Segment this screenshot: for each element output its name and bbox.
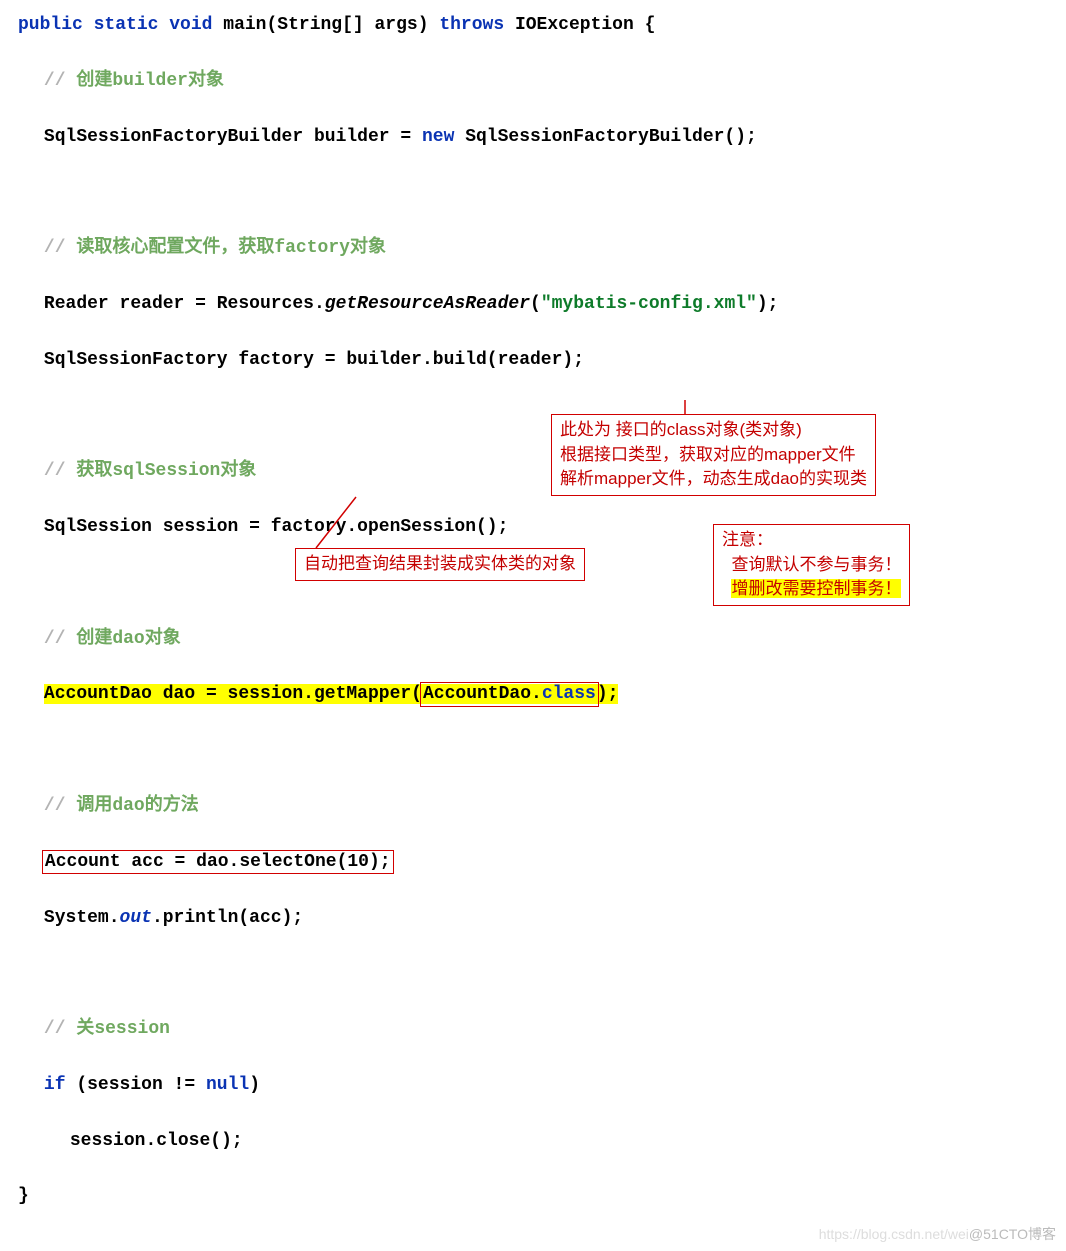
code-text: AccountDao dao = session.getMapper( [44,684,422,704]
comment-slashes: // [44,461,66,481]
class-arg-box: AccountDao.class [420,682,599,707]
kw-class: class [542,684,596,704]
code-text: System. [44,908,120,928]
code-italic: out [120,908,152,928]
annotation-class-object: 此处为 接口的class对象(类对象) 根据接口类型，获取对应的mapper文件… [551,414,876,496]
annotation-line-highlight: 增删改需要控制事务！ [731,579,901,598]
code-text: SqlSessionFactoryBuilder builder = [44,127,422,147]
code-text: SqlSessionFactoryBuilder(); [454,127,756,147]
code-text: (session != [66,1075,206,1095]
kw-void: void [169,15,212,35]
code-text: ( [530,294,541,314]
highlighted-line: AccountDao dao = session.getMapper(Accou… [44,684,619,704]
comment-text: 创建builder对象 [66,71,224,91]
comment-text: 调用dao的方法 [66,796,199,816]
annotation-line: 注意： [722,530,773,549]
comment-slashes: // [44,71,66,91]
comment-slashes: // [44,238,66,258]
annotation-line: 解析mapper文件，动态生成dao的实现类 [560,469,867,488]
annotation-line: 此处为 接口的class对象(类对象) [560,420,802,439]
code-text: .println(acc); [152,908,303,928]
code-text: ); [597,684,619,704]
comment-slashes: // [44,1019,66,1039]
code-text: SqlSessionFactory factory = builder.buil… [44,350,584,370]
kw-public: public [18,15,83,35]
kw-new: new [422,127,454,147]
code-text: } [18,1186,29,1206]
code-text: ) [249,1075,260,1095]
comment-slashes: // [44,796,66,816]
annotation-transaction: 注意： 查询默认不参与事务！ 增删改需要控制事务！ [713,524,910,606]
method-sig: main(String[] args) [223,15,428,35]
code-block: public static void main(String[] args) t… [18,12,1048,1239]
annotation-line: 自动把查询结果封装成实体类的对象 [304,554,576,573]
code-text: . [531,684,542,704]
comment-text: 获取sqlSession对象 [66,461,257,481]
comment-text: 关session [66,1019,170,1039]
code-italic: getResourceAsReader [325,294,530,314]
comment-text: 创建dao对象 [66,629,181,649]
watermark-main: @51CTO博客 [969,1226,1056,1242]
comment-text: 读取核心配置文件，获取factory对象 [66,238,386,258]
watermark-faint: https://blog.csdn.net/wei [819,1226,969,1242]
string-literal: "mybatis-config.xml" [541,294,757,314]
kw-null: null [206,1075,249,1095]
code-text: session.close(); [70,1131,243,1151]
watermark: https://blog.csdn.net/wei@51CTO博客 [819,1224,1056,1246]
code-text: SqlSession session = factory.openSession… [44,517,508,537]
annotation-line: 查询默认不参与事务！ [731,555,901,574]
code-text: Reader reader = Resources. [44,294,325,314]
comment-slashes: // [44,629,66,649]
selectone-box: Account acc = dao.selectOne(10); [42,850,394,875]
exception: IOException { [515,15,655,35]
kw-throws: throws [439,15,504,35]
code-text: ); [757,294,779,314]
kw-if: if [44,1075,66,1095]
code-text: Account acc = dao.selectOne(10); [45,852,391,872]
annotation-line: 根据接口类型，获取对应的mapper文件 [560,445,856,464]
annotation-auto-map: 自动把查询结果封装成实体类的对象 [295,548,585,581]
kw-static: static [94,15,159,35]
code-text: AccountDao [423,684,531,704]
